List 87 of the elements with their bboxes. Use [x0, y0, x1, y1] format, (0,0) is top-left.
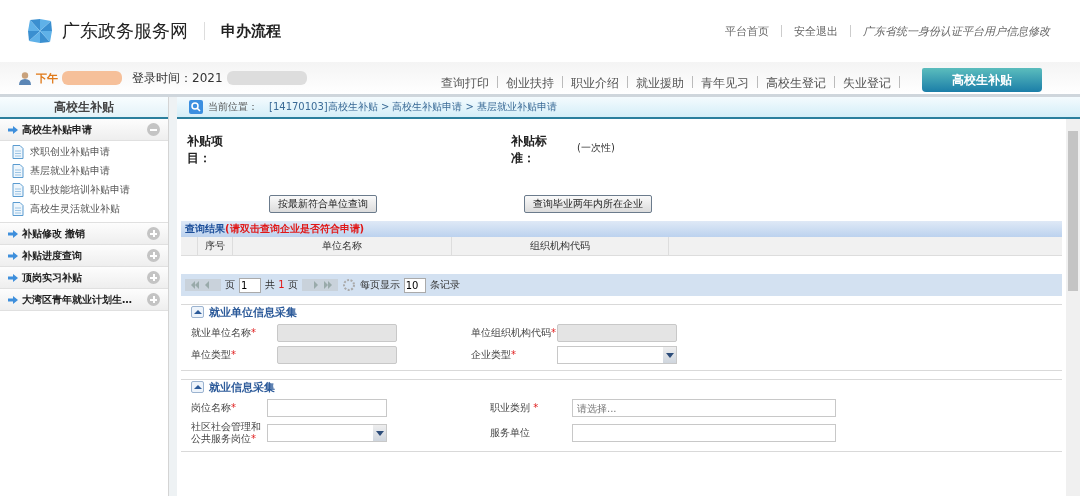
- field-label: 单位组织机构代码*: [471, 327, 557, 339]
- expand-icon[interactable]: [147, 249, 160, 262]
- page-total: 共 1 页: [265, 278, 298, 292]
- query-button[interactable]: 查询毕业两年内所在企业: [524, 195, 652, 213]
- nav-tab[interactable]: 创业扶持: [498, 75, 562, 94]
- sidebar-title: 高校生补贴: [0, 97, 168, 119]
- field-label: 服务单位: [490, 427, 531, 439]
- input-field[interactable]: [267, 399, 387, 417]
- sidebar-item[interactable]: 职业技能培训补贴申请: [12, 183, 168, 197]
- nav-tab[interactable]: 青年见习: [693, 75, 757, 94]
- arrow-icon: [8, 273, 18, 282]
- input-field[interactable]: [572, 424, 836, 442]
- header-link[interactable]: 平台首页: [725, 23, 769, 39]
- page-label: 页: [225, 278, 235, 292]
- section-title: 就业信息采集: [209, 379, 275, 395]
- search-icon: [189, 100, 203, 114]
- field-label: 就业单位名称*: [191, 327, 257, 339]
- sidebar-item[interactable]: 基层就业补贴申请: [12, 164, 168, 178]
- sidebar-group[interactable]: 补贴进度查询: [0, 245, 168, 267]
- header-link[interactable]: 广东省统一身份认证平台用户信息修改: [863, 23, 1050, 39]
- sidebar-group[interactable]: 大湾区青年就业计划生…: [0, 289, 168, 311]
- nav-tab[interactable]: 职业介绍: [563, 75, 627, 94]
- select-field[interactable]: [557, 346, 677, 364]
- blurred-name: [62, 71, 122, 85]
- header-link[interactable]: 安全退出: [794, 23, 838, 39]
- dropdown-caret-icon[interactable]: [663, 347, 676, 363]
- per-page-suffix: 条记录: [429, 278, 460, 292]
- per-page-label: 每页显示: [359, 278, 400, 292]
- next-last-buttons[interactable]: [301, 279, 338, 291]
- subsidy-standard-value: (一次性): [577, 141, 615, 155]
- breadcrumb-label: 当前位置：: [208, 100, 258, 114]
- greeting-text: 下午: [36, 70, 58, 86]
- arrow-icon: [8, 125, 18, 134]
- pinwheel-logo-icon: [26, 17, 54, 45]
- field-label: 企业类型*: [471, 349, 517, 361]
- nav-tab[interactable]: 查询打印: [433, 75, 497, 94]
- column-header: 序号: [198, 237, 233, 255]
- arrow-icon: [8, 251, 18, 260]
- field-label: 职业类别 *: [490, 402, 540, 414]
- sidebar-group[interactable]: 补贴修改 撤销: [0, 223, 168, 245]
- subsidy-standard-label: 补贴标准：: [511, 133, 548, 168]
- expand-icon[interactable]: [147, 293, 160, 306]
- results-title: 查询结果: [185, 223, 225, 234]
- arrow-icon: [8, 229, 18, 238]
- collapse-toggle-icon[interactable]: [191, 381, 204, 393]
- sidebar-group[interactable]: 高校生补贴申请: [0, 119, 168, 141]
- query-button[interactable]: 按最新符合单位查询: [269, 195, 377, 213]
- input-field[interactable]: [277, 324, 397, 342]
- per-page-input[interactable]: 10: [403, 277, 426, 293]
- nav-tab[interactable]: 高校生登记: [758, 75, 834, 94]
- input-field[interactable]: [557, 324, 677, 342]
- sidebar-item[interactable]: 求职创业补贴申请: [12, 145, 168, 159]
- first-prev-buttons[interactable]: [185, 279, 221, 291]
- input-field[interactable]: 请选择...: [572, 399, 836, 417]
- column-header: 单位名称: [233, 237, 452, 255]
- field-label: 社区社会管理和公共服务岗位*: [191, 421, 262, 445]
- field-label: 岗位名称*: [191, 402, 237, 414]
- breadcrumb-path: [14170103]高校生补贴 > 高校生补贴申请 > 基层就业补贴申请: [269, 100, 558, 114]
- results-note: (请双击查询企业是否符合申请): [225, 223, 365, 234]
- sidebar-group[interactable]: 顶岗实习补贴: [0, 267, 168, 289]
- dropdown-caret-icon[interactable]: [373, 425, 386, 441]
- sidebar-item[interactable]: 高校生灵活就业补贴: [12, 202, 168, 216]
- refresh-icon[interactable]: [341, 278, 356, 292]
- select-field[interactable]: [267, 424, 387, 442]
- column-header: 组织机构代码: [452, 237, 669, 255]
- nav-tab[interactable]: 失业登记: [835, 75, 899, 94]
- page-input[interactable]: 1: [239, 277, 261, 293]
- expand-icon[interactable]: [147, 271, 160, 284]
- login-time: 登录时间：2021: [132, 69, 223, 87]
- expand-icon[interactable]: [147, 227, 160, 240]
- document-icon: [12, 164, 24, 178]
- site-title: 广东政务服务网: [62, 19, 188, 43]
- arrow-icon: [8, 295, 18, 304]
- vertical-scrollbar[interactable]: [1066, 119, 1080, 496]
- document-icon: [12, 202, 24, 216]
- document-icon: [12, 183, 24, 197]
- collapse-toggle-icon[interactable]: [191, 306, 204, 318]
- input-field[interactable]: [277, 346, 397, 364]
- document-icon: [12, 145, 24, 159]
- section-title: 申办流程: [221, 21, 281, 41]
- user-icon: [18, 71, 32, 85]
- nav-tab[interactable]: 就业援助: [628, 75, 692, 94]
- field-label: 单位类型*: [191, 349, 237, 361]
- section-title: 就业单位信息采集: [209, 304, 297, 320]
- splitter-handle[interactable]: [169, 97, 177, 496]
- subsidy-item-label: 补贴项目：: [187, 133, 224, 168]
- collapse-icon[interactable]: [147, 123, 160, 136]
